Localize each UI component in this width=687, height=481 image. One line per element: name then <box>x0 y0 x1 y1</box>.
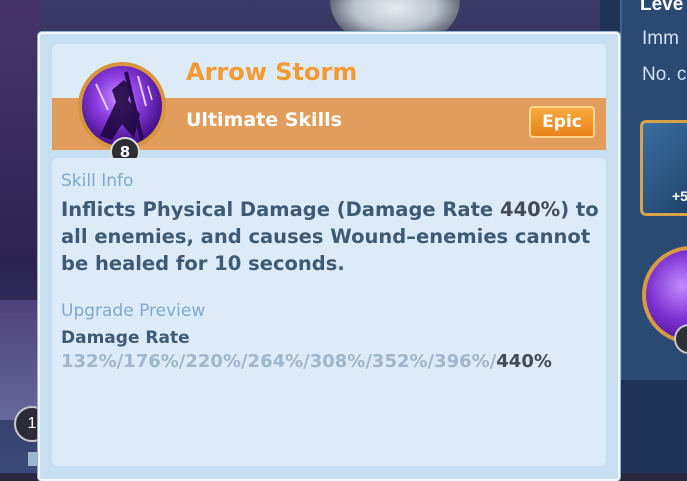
skill-header-card: Arrow Storm Ultimate Skills Epic 8 <box>52 44 606 167</box>
description-damage-rate: 440% <box>499 198 561 221</box>
right-panel-item-count: +5 <box>672 188 687 204</box>
right-panel-level-text: Leve <box>640 0 684 15</box>
background-left-glow <box>0 300 40 420</box>
skill-name: Arrow Storm <box>186 58 358 86</box>
rarity-badge: Epic <box>529 106 595 138</box>
skill-type-label: Ultimate Skills <box>186 109 342 131</box>
skill-info-label: Skill Info <box>61 171 134 191</box>
damage-rate-preview-values: 132%/176%/220%/264%/308%/352%/396%/ <box>61 351 497 372</box>
skill-description: Inflicts Physical Damage (Damage Rate 44… <box>61 196 601 277</box>
description-text-start: Inflicts Physical Damage (Damage Rate <box>61 198 500 221</box>
right-panel-number-text: No. c <box>642 64 687 85</box>
skill-tooltip-popup: Arrow Storm Ultimate Skills Epic 8 Skill… <box>38 32 620 481</box>
upgrade-preview-label: Upgrade Preview <box>61 301 206 321</box>
damage-rate-label: Damage Rate <box>61 328 190 348</box>
skill-details-card: Skill Info Inflicts Physical Damage (Dam… <box>52 158 606 466</box>
right-panel-immunity-text: Imm <box>642 28 679 49</box>
damage-rate-current-value: 440% <box>496 351 552 372</box>
damage-rate-progression: 132%/176%/220%/264%/308%/352%/396%/440% <box>61 351 552 372</box>
